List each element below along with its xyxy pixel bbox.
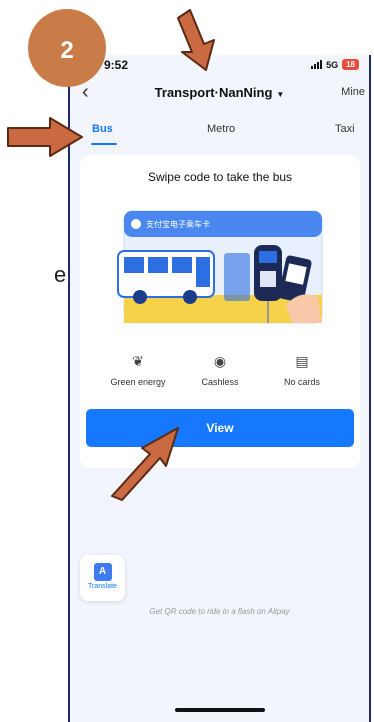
step-number: 2	[60, 37, 73, 64]
arrow-to-view-button	[111, 427, 179, 501]
arrow-to-bus-tab	[7, 117, 83, 157]
arrow-to-status-bar	[177, 9, 215, 71]
tutorial-annotations: 2	[7, 9, 215, 501]
